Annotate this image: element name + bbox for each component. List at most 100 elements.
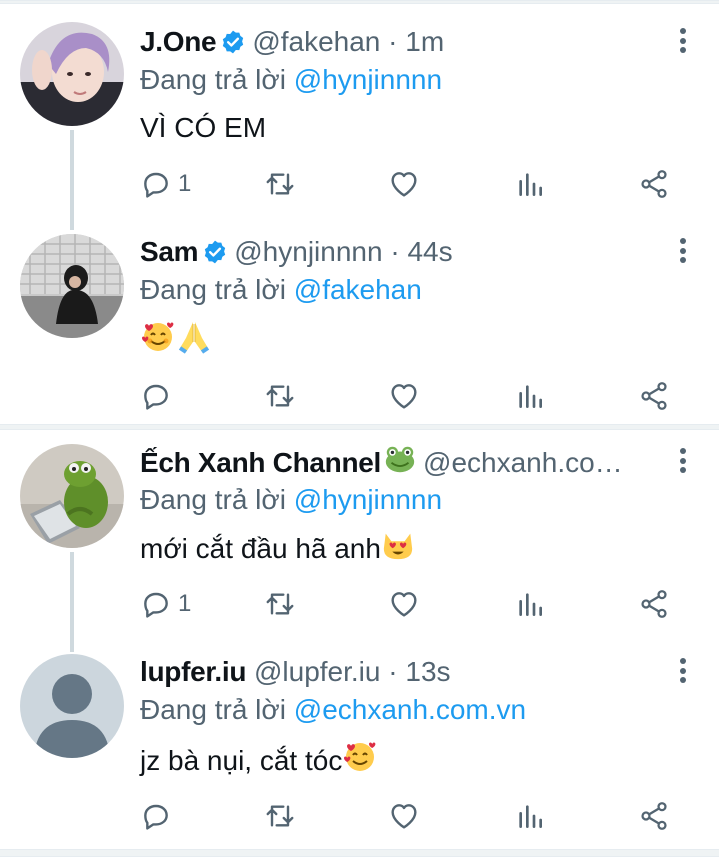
retweet-button[interactable] bbox=[264, 162, 296, 206]
user-handle[interactable]: @echxanh.co… bbox=[423, 447, 623, 478]
reply-count: 1 bbox=[178, 170, 192, 197]
more-options-icon[interactable] bbox=[677, 448, 689, 478]
analytics-button[interactable] bbox=[514, 374, 546, 418]
frog-icon bbox=[385, 446, 415, 473]
like-button[interactable] bbox=[388, 374, 420, 418]
analytics-button[interactable] bbox=[514, 162, 546, 206]
reply-mention-link[interactable]: @fakehan bbox=[294, 274, 422, 305]
reply-prefix: Đang trả lời bbox=[140, 694, 286, 725]
tweet-text: VÌ CÓ EM bbox=[140, 112, 267, 143]
tweet-actions bbox=[140, 794, 680, 838]
tweet-time[interactable]: · 1m bbox=[388, 26, 444, 57]
default-avatar-icon bbox=[20, 654, 124, 758]
display-name[interactable]: lupfer.iu bbox=[140, 656, 247, 687]
share-icon bbox=[641, 802, 667, 830]
tweet-text: jz bà nụi, cắt tóc bbox=[140, 738, 378, 781]
tweet-time[interactable]: · 44s bbox=[390, 236, 452, 267]
analytics-icon bbox=[519, 805, 542, 828]
reply-icon bbox=[144, 592, 168, 618]
share-icon bbox=[641, 382, 667, 410]
like-button[interactable] bbox=[388, 582, 420, 626]
verified-badge-icon bbox=[223, 30, 244, 54]
heart-icon bbox=[391, 592, 417, 617]
tweet-text-content: jz bà nụi, cắt tóc bbox=[140, 745, 343, 776]
retweet-button[interactable] bbox=[264, 582, 296, 626]
avatar[interactable] bbox=[20, 654, 124, 758]
retweet-icon bbox=[266, 593, 294, 615]
tweet-text: mới cắt đầu hã anh bbox=[140, 528, 415, 569]
replying-to: Đang trả lời @echxanh.com.vn bbox=[140, 690, 526, 730]
display-name[interactable]: Ếch Xanh Channel bbox=[140, 447, 381, 478]
share-button[interactable] bbox=[638, 162, 670, 206]
heart-icon bbox=[391, 804, 417, 829]
replying-to: Đang trả lời @fakehan bbox=[140, 270, 422, 310]
tweet-header: Ếch Xanh Channel @echxanh.co… bbox=[140, 442, 647, 482]
like-button[interactable] bbox=[388, 794, 420, 838]
replying-to: Đang trả lời @hynjinnnn bbox=[140, 480, 442, 520]
avatar[interactable] bbox=[20, 234, 124, 338]
user-handle[interactable]: @lupfer.iu bbox=[254, 656, 381, 687]
tweet[interactable]: Sam @hynjinnnn · 44s Đang trả lời @fakeha… bbox=[0, 210, 719, 424]
analytics-button[interactable] bbox=[514, 582, 546, 626]
user-handle[interactable]: @fakehan bbox=[252, 26, 380, 57]
tweet-text bbox=[140, 318, 212, 361]
share-button[interactable] bbox=[638, 582, 670, 626]
reply-icon bbox=[144, 172, 168, 198]
tweet[interactable]: Ếch Xanh Channel @echxanh.co… Đang trả lờ… bbox=[0, 420, 719, 635]
tweet-header: Sam @hynjinnnn · 44s bbox=[140, 232, 659, 272]
analytics-icon bbox=[519, 385, 542, 408]
display-name[interactable]: J.One bbox=[140, 26, 217, 57]
tweet-text-content: mới cắt đầu hã anh bbox=[140, 533, 381, 564]
retweet-button[interactable] bbox=[264, 374, 296, 418]
tweet-time[interactable]: · 13s bbox=[388, 656, 450, 687]
verified-badge-icon bbox=[205, 240, 226, 264]
retweet-icon bbox=[266, 805, 294, 827]
reply-prefix: Đang trả lời bbox=[140, 274, 286, 305]
avatar[interactable] bbox=[20, 444, 124, 548]
avatar-photo bbox=[20, 234, 124, 338]
retweet-icon bbox=[266, 385, 294, 407]
analytics-icon bbox=[519, 593, 542, 616]
heart-icon bbox=[391, 384, 417, 409]
reply-mention-link[interactable]: @echxanh.com.vn bbox=[294, 694, 526, 725]
tweet[interactable]: J.One @fakehan · 1m Đang trả lời @hynjinn… bbox=[0, 0, 719, 215]
reply-icon bbox=[144, 384, 168, 410]
more-options-icon[interactable] bbox=[677, 238, 689, 268]
reply-mention-link[interactable]: @hynjinnnn bbox=[294, 64, 442, 95]
retweet-button[interactable] bbox=[264, 794, 296, 838]
share-icon bbox=[641, 170, 667, 198]
share-button[interactable] bbox=[638, 794, 670, 838]
reply-button[interactable]: 1 bbox=[140, 582, 191, 626]
reply-icon bbox=[144, 804, 168, 830]
analytics-icon bbox=[519, 173, 542, 196]
reply-button[interactable] bbox=[140, 794, 178, 838]
tweet-header: lupfer.iu @lupfer.iu · 13s bbox=[140, 652, 659, 692]
smiling-face-with-hearts-icon bbox=[344, 742, 376, 771]
share-button[interactable] bbox=[638, 374, 670, 418]
like-button[interactable] bbox=[388, 162, 420, 206]
reply-mention-link[interactable]: @hynjinnnn bbox=[294, 484, 442, 515]
share-icon bbox=[641, 590, 667, 618]
reply-prefix: Đang trả lời bbox=[140, 64, 286, 95]
tweet-header: J.One @fakehan · 1m bbox=[140, 22, 659, 62]
tweet[interactable]: lupfer.iu @lupfer.iu · 13s Đang trả lời … bbox=[0, 630, 719, 849]
reply-count: 1 bbox=[178, 590, 192, 617]
reply-button[interactable]: 1 bbox=[140, 162, 191, 206]
display-name[interactable]: Sam bbox=[140, 236, 199, 267]
user-handle[interactable]: @hynjinnnn bbox=[234, 236, 382, 267]
heart-eyes-cat-icon bbox=[383, 533, 413, 560]
avatar[interactable] bbox=[20, 22, 124, 126]
tweet-actions: 1 bbox=[140, 162, 680, 206]
avatar-photo bbox=[20, 444, 124, 548]
heart-icon bbox=[391, 172, 417, 197]
smiling-face-with-hearts-icon bbox=[142, 322, 174, 351]
replying-to: Đang trả lời @hynjinnnn bbox=[140, 60, 442, 100]
tweet-actions bbox=[140, 374, 680, 418]
analytics-button[interactable] bbox=[514, 794, 546, 838]
more-options-icon[interactable] bbox=[677, 28, 689, 58]
tweet-actions: 1 bbox=[140, 582, 680, 626]
reply-button[interactable] bbox=[140, 374, 178, 418]
retweet-icon bbox=[266, 173, 294, 195]
more-options-icon[interactable] bbox=[677, 658, 689, 688]
reply-prefix: Đang trả lời bbox=[140, 484, 286, 515]
